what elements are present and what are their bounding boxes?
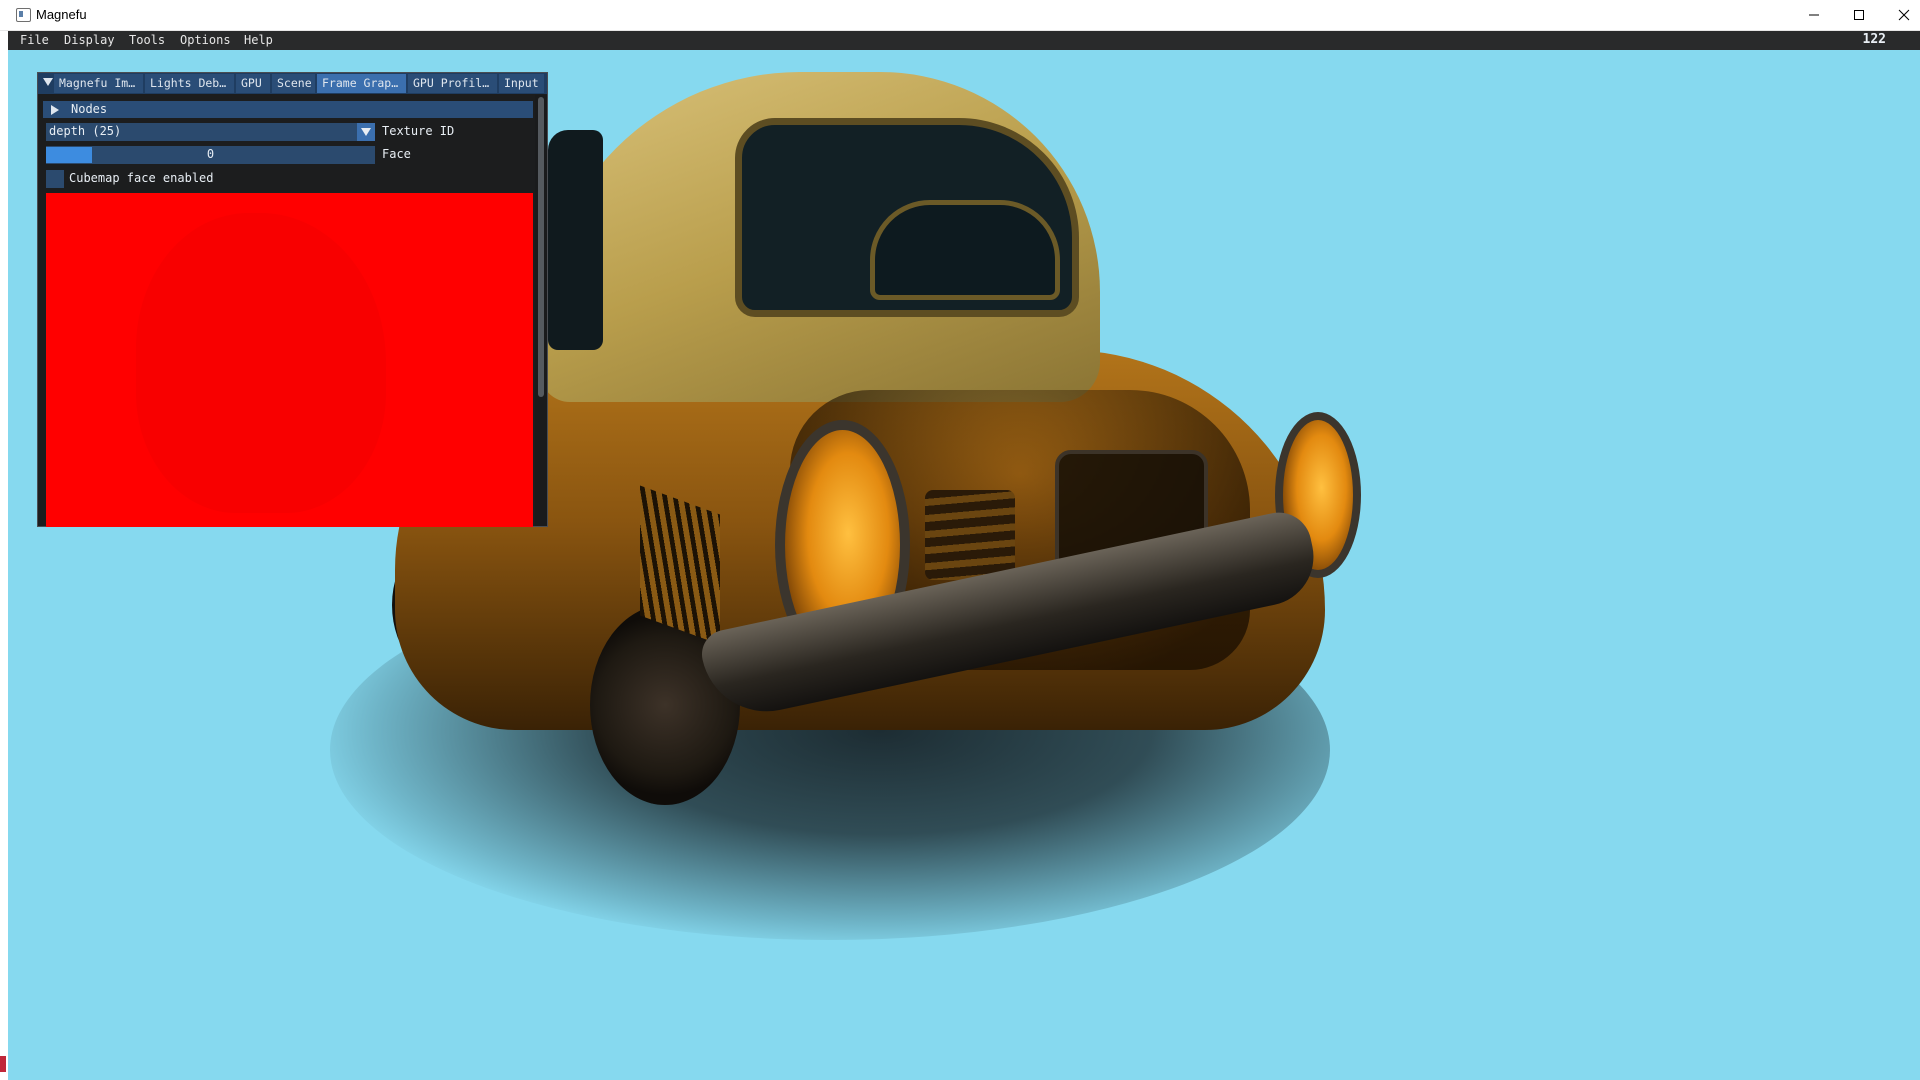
menu-display[interactable]: Display [64, 33, 115, 47]
texture-preview-image [46, 193, 533, 527]
face-label: Face [382, 147, 411, 161]
imgui-scrollbar[interactable] [535, 95, 547, 526]
close-button[interactable] [1881, 0, 1920, 30]
tab-input[interactable]: Input [499, 74, 544, 93]
app-icon [16, 8, 31, 22]
car-rear-vent [925, 490, 1015, 580]
menu-help[interactable]: Help [244, 33, 273, 47]
fps-counter: 122 [1862, 32, 1886, 47]
maximize-button[interactable] [1836, 0, 1882, 30]
tab-scene[interactable]: Scene [272, 74, 315, 93]
imgui-tab-bar: Magnefu Im… Lights Deb… GPU Scene Frame … [38, 73, 547, 94]
collapse-arrow-icon[interactable] [43, 78, 53, 86]
face-slider[interactable]: 0 [46, 146, 375, 164]
tab-frame-graph[interactable]: Frame Grap… [317, 74, 406, 93]
imgui-scrollbar-grab[interactable] [538, 97, 544, 397]
cubemap-face-checkbox[interactable] [46, 170, 64, 188]
tab-lights-debug[interactable]: Lights Deb… [145, 74, 234, 93]
cubemap-face-label: Cubemap face enabled [69, 171, 214, 185]
expand-arrow-icon [51, 105, 59, 115]
texture-preview-silhouette [136, 213, 386, 513]
maximize-icon [1854, 10, 1864, 20]
window-title-bar[interactable]: Magnefu [0, 0, 1920, 31]
menu-file[interactable]: File [20, 33, 49, 47]
close-icon [1898, 9, 1910, 21]
texture-id-value: depth (25) [49, 124, 122, 138]
face-value: 0 [206, 147, 215, 161]
taskbar-edge [0, 1056, 6, 1072]
tab-gpu-profiler[interactable]: GPU Profil… [408, 74, 497, 93]
imgui-debug-window[interactable]: Magnefu Im… Lights Deb… GPU Scene Frame … [37, 72, 548, 527]
minimize-button[interactable] [1791, 0, 1837, 30]
texture-id-combo[interactable]: depth (25) [46, 123, 371, 141]
minimize-icon [1809, 14, 1819, 16]
texture-id-label: Texture ID [382, 124, 455, 138]
menu-bar: File Display Tools Options Help 122 [8, 31, 1920, 50]
nodes-tree-header[interactable]: Nodes [43, 101, 533, 118]
tab-gpu[interactable]: GPU [236, 74, 270, 93]
nodes-label: Nodes [71, 102, 108, 116]
tab-magnefu-imgui[interactable]: Magnefu Im… [54, 74, 143, 93]
window-title: Magnefu [36, 7, 87, 22]
menu-options[interactable]: Options [180, 33, 231, 47]
menu-tools[interactable]: Tools [129, 33, 165, 47]
car-rear-window-inner [870, 200, 1060, 300]
combo-dropdown-icon[interactable] [357, 123, 375, 141]
window-left-border [0, 31, 8, 1080]
car-side-window [548, 130, 603, 350]
